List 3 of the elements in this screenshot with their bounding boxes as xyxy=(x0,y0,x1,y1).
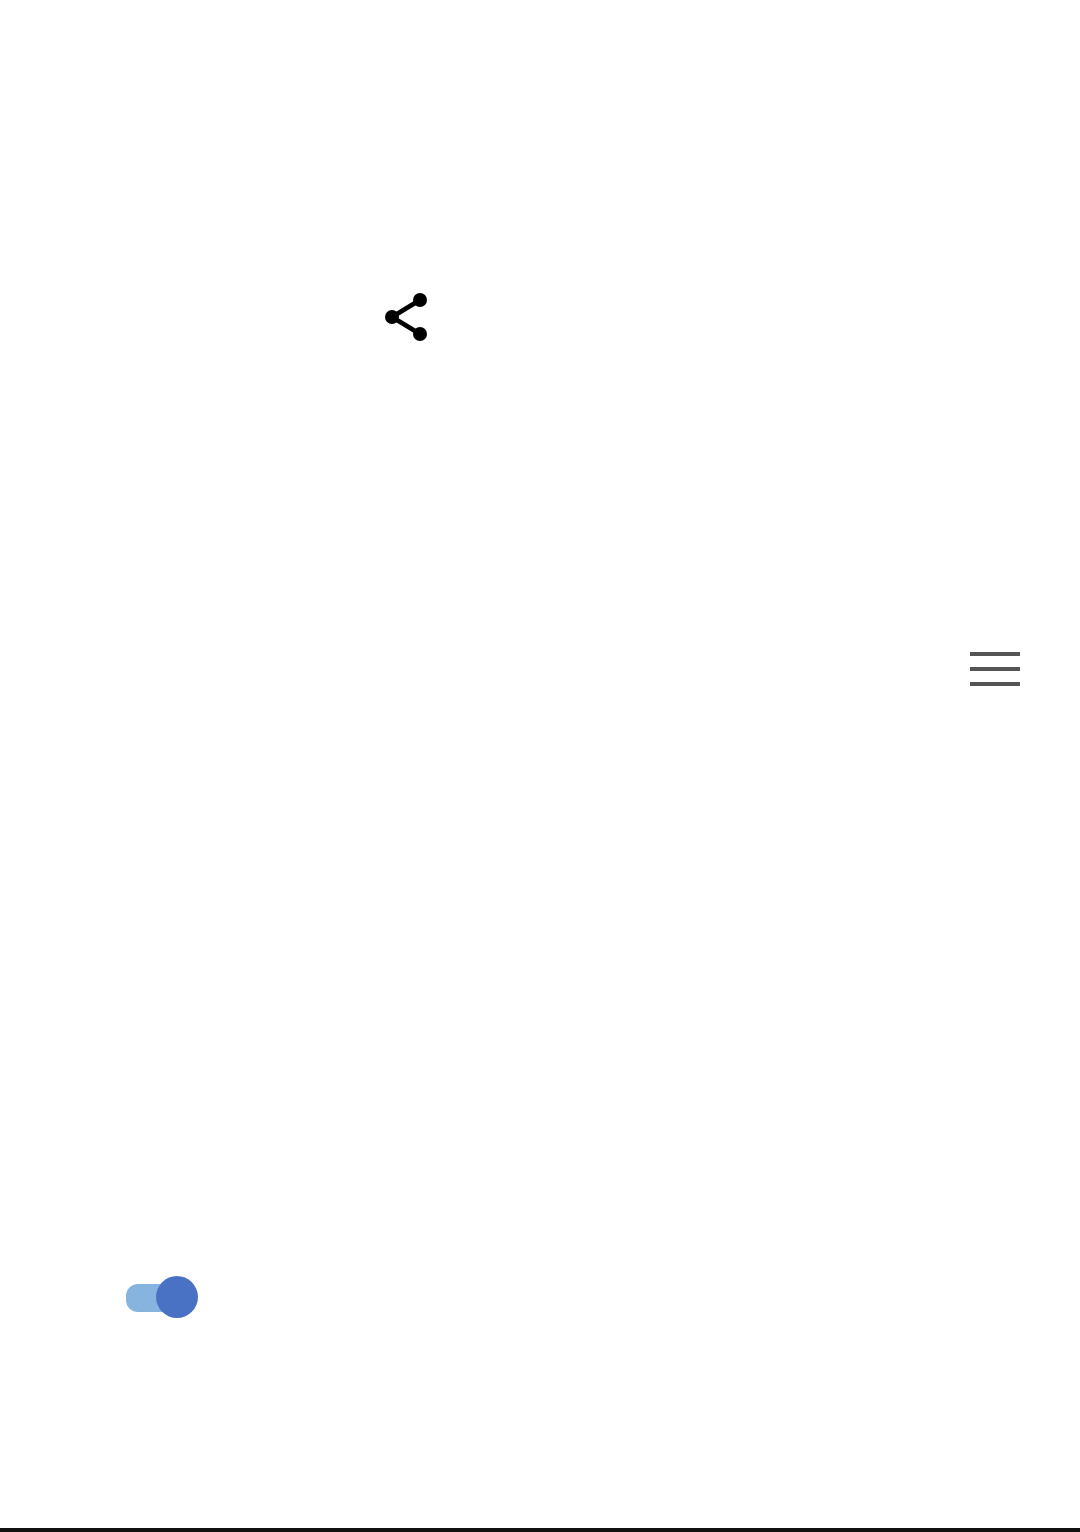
toggle-switch[interactable] xyxy=(126,1276,198,1318)
share-icon[interactable] xyxy=(384,292,428,342)
menu-icon[interactable] xyxy=(970,652,1020,686)
